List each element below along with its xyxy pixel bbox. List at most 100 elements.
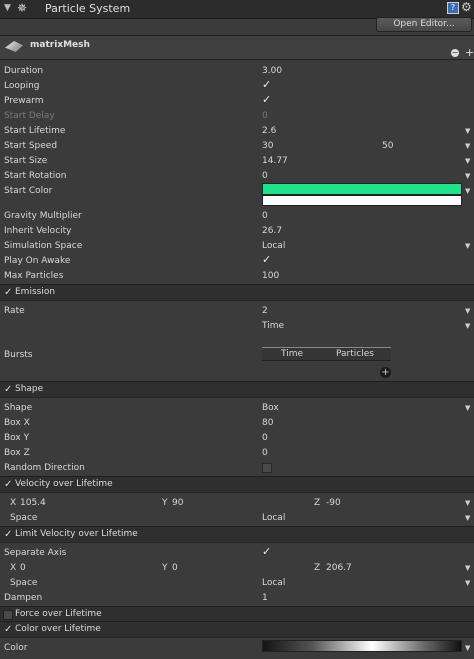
dropdown-arrow-icon[interactable]: ▼: [465, 304, 470, 318]
max-particles-field[interactable]: 100: [262, 269, 279, 283]
rate-field[interactable]: 2: [262, 304, 268, 318]
limit-x-field[interactable]: 0: [20, 561, 26, 575]
limit-space-dropdown[interactable]: Local: [262, 576, 285, 590]
dampen-label: Dampen: [4, 593, 43, 603]
plus-icon[interactable]: +: [465, 46, 474, 59]
dropdown-arrow-icon[interactable]: ▼: [465, 239, 470, 253]
dropdown-arrow-icon[interactable]: ▼: [465, 401, 470, 415]
force-checkbox[interactable]: [3, 610, 13, 620]
emission-header[interactable]: ✓ Emission: [0, 284, 474, 301]
color-gradient-swatch[interactable]: [262, 640, 462, 652]
minus-icon[interactable]: −: [451, 49, 459, 57]
start-size-label: Start Size: [4, 156, 48, 166]
simulation-space-label: Simulation Space: [4, 241, 83, 251]
start-speed-label: Start Speed: [4, 141, 58, 151]
limit-velocity-check-icon[interactable]: ✓: [4, 527, 12, 542]
start-speed-min-field[interactable]: 30: [262, 139, 273, 153]
limit-velocity-title: Limit Velocity over Lifetime: [15, 529, 138, 539]
color-header[interactable]: ✓ Color over Lifetime: [0, 621, 474, 638]
dropdown-arrow-icon[interactable]: ▼: [465, 511, 470, 525]
rate-label: Rate: [4, 306, 25, 316]
separate-axis-label: Separate Axis: [4, 548, 67, 558]
start-delay-field[interactable]: 0: [262, 109, 268, 123]
rate-row: Rate 2 ▼: [0, 304, 474, 318]
start-delay-row: Start Delay 0: [0, 109, 474, 123]
gear-icon[interactable]: ⚙: [461, 0, 472, 14]
bursts-row: Bursts: [0, 348, 474, 362]
dropdown-arrow-icon[interactable]: ▼: [465, 169, 470, 183]
prewarm-check-icon[interactable]: ✓: [262, 93, 271, 107]
particle-system-item[interactable]: matrixMesh − +: [0, 35, 474, 60]
separate-axis-row: Separate Axis ✓: [0, 545, 474, 560]
shape-type-row: Shape Box ▼: [0, 401, 474, 415]
velocity-z-field[interactable]: -90: [326, 496, 341, 510]
dropdown-arrow-icon[interactable]: ▼: [465, 124, 470, 138]
gravity-field[interactable]: 0: [262, 209, 268, 223]
velocity-y-label: Y: [162, 498, 168, 508]
shape-header[interactable]: ✓ Shape: [0, 381, 474, 398]
duration-field[interactable]: 3.00: [262, 64, 282, 78]
random-direction-checkbox[interactable]: [262, 463, 272, 473]
dropdown-arrow-icon[interactable]: ▼: [465, 496, 470, 510]
open-editor-button[interactable]: Open Editor...: [376, 17, 472, 32]
dropdown-arrow-icon[interactable]: ▼: [465, 184, 470, 198]
inherit-velocity-field[interactable]: 26.7: [262, 224, 282, 238]
help-icon[interactable]: ?: [447, 2, 459, 14]
limit-y-field[interactable]: 0: [172, 561, 178, 575]
start-delay-label: Start Delay: [4, 111, 55, 121]
dropdown-arrow-icon[interactable]: ▼: [465, 319, 470, 333]
box-y-row: Box Y 0: [0, 431, 474, 445]
shape-check-icon[interactable]: ✓: [4, 382, 12, 397]
velocity-header[interactable]: ✓ Velocity over Lifetime: [0, 476, 474, 493]
start-speed-row: Start Speed 30 50 ▼: [0, 139, 474, 153]
velocity-space-row: Space Local ▼: [0, 511, 474, 525]
simulation-space-dropdown[interactable]: Local: [262, 239, 285, 253]
mesh-icon: [5, 41, 23, 52]
start-color-swatch-top[interactable]: [262, 183, 462, 195]
dropdown-arrow-icon[interactable]: ▼: [465, 576, 470, 590]
box-y-field[interactable]: 0: [262, 431, 268, 445]
velocity-x-label: X: [10, 498, 17, 508]
box-x-field[interactable]: 80: [262, 416, 273, 430]
velocity-check-icon[interactable]: ✓: [4, 477, 12, 492]
dampen-field[interactable]: 1: [262, 591, 268, 605]
emission-check-icon[interactable]: ✓: [4, 285, 12, 300]
add-burst-icon[interactable]: +: [380, 367, 391, 378]
start-rotation-row: Start Rotation 0 ▼: [0, 169, 474, 183]
dropdown-arrow-icon[interactable]: ▼: [465, 641, 470, 655]
dropdown-arrow-icon[interactable]: ▼: [465, 154, 470, 168]
play-on-awake-row: Play On Awake ✓: [0, 253, 474, 268]
max-particles-label: Max Particles: [4, 271, 64, 281]
velocity-space-dropdown[interactable]: Local: [262, 511, 285, 525]
start-lifetime-label: Start Lifetime: [4, 126, 66, 136]
color-check-icon[interactable]: ✓: [4, 622, 12, 637]
velocity-xyz-row: X 105.4 Y 90 Z -90 ▼: [0, 496, 474, 510]
box-y-label: Box Y: [4, 433, 30, 443]
velocity-x-field[interactable]: 105.4: [20, 496, 46, 510]
start-speed-max-field[interactable]: 50: [382, 139, 393, 153]
prewarm-label: Prewarm: [4, 96, 44, 106]
inherit-velocity-label: Inherit Velocity: [4, 226, 72, 236]
box-z-field[interactable]: 0: [262, 446, 268, 460]
rate-mode-row: Time ▼: [0, 319, 474, 333]
separate-axis-check-icon[interactable]: ✓: [262, 545, 271, 559]
start-rotation-field[interactable]: 0: [262, 169, 268, 183]
emission-title: Emission: [15, 287, 56, 297]
mesh-name: matrixMesh: [30, 40, 90, 50]
dropdown-arrow-icon[interactable]: ▼: [465, 139, 470, 153]
dropdown-arrow-icon[interactable]: ▼: [465, 561, 470, 575]
velocity-y-field[interactable]: 90: [172, 496, 183, 510]
looping-check-icon[interactable]: ✓: [262, 78, 271, 92]
bursts-particles-header: Particles: [336, 349, 374, 359]
start-lifetime-field[interactable]: 2.6: [262, 124, 276, 138]
rate-mode-dropdown[interactable]: Time: [262, 319, 284, 333]
shape-type-dropdown[interactable]: Box: [262, 401, 279, 415]
foldout-arrow-icon[interactable]: ▼: [4, 3, 11, 13]
limit-z-field[interactable]: 206.7: [326, 561, 352, 575]
start-color-swatch-bottom[interactable]: [262, 195, 462, 206]
play-on-awake-check-icon[interactable]: ✓: [262, 253, 271, 267]
limit-z-label: Z: [314, 563, 321, 573]
bursts-table: Time Particles: [262, 347, 391, 361]
start-size-field[interactable]: 14.77: [262, 154, 288, 168]
limit-velocity-header[interactable]: ✓ Limit Velocity over Lifetime: [0, 526, 474, 543]
